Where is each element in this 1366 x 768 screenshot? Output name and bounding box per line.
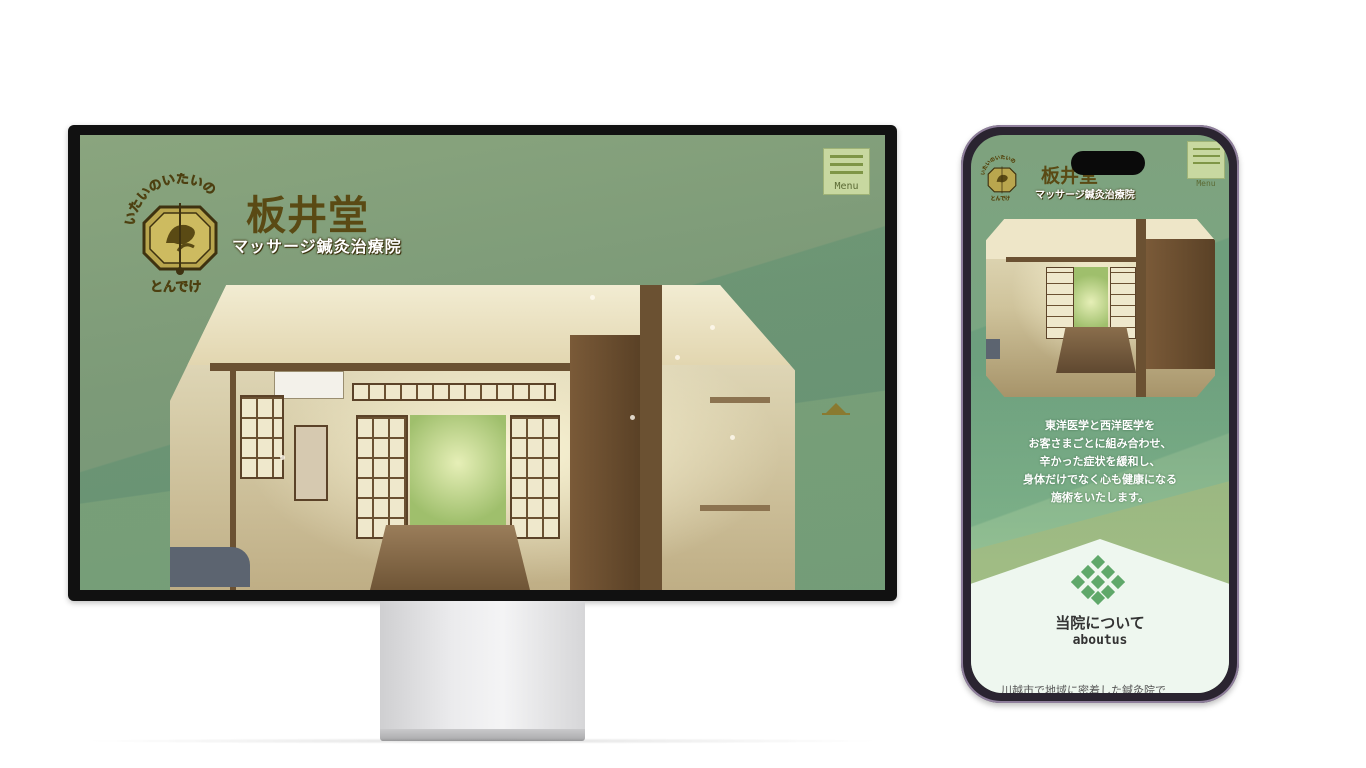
lead-line: 身体だけでなく心も健康になる — [1023, 473, 1177, 486]
hamburger-menu-icon — [830, 163, 863, 166]
lead-line: 辛かった症状を緩和し、 — [1039, 455, 1161, 468]
hero-illustration — [170, 285, 795, 590]
desktop-screen: いたいのいたいの とんでけ 板井堂 マッサージ鍼灸治療院 Menu — [80, 135, 885, 590]
hamburger-menu-icon — [1193, 162, 1220, 164]
monitor-stand — [380, 601, 585, 729]
lead-line: 東洋医学と西洋医学を — [1045, 419, 1155, 432]
lead-line: お客さまごとに組み合わせ、 — [1028, 437, 1172, 450]
mobile-screen: いたいのいたいの とんでけ 板井堂 マッサージ鍼灸治療院 Menu 東洋医学と西… — [971, 135, 1229, 693]
slide-arrow-icon[interactable] — [822, 402, 850, 416]
logo-badge-icon[interactable]: いたいのいたいの とんでけ — [979, 155, 1025, 201]
menu-button[interactable]: Menu — [823, 148, 870, 195]
hamburger-menu-icon — [1193, 155, 1220, 157]
desktop-monitor: いたいのいたいの とんでけ 板井堂 マッサージ鍼灸治療院 Menu — [68, 125, 897, 601]
about-title: 当院について — [1055, 614, 1145, 632]
site-subtitle: マッサージ鍼灸治療院 — [232, 237, 402, 256]
hamburger-menu-icon — [830, 155, 863, 158]
mobile-hero-illustration — [986, 219, 1215, 397]
about-body-text: 川越市で地域に密着した鍼灸院で — [1001, 684, 1166, 693]
mobile-menu-button[interactable]: Menu — [1187, 141, 1225, 188]
lead-line: 施術をいたします。 — [1051, 491, 1149, 504]
hamburger-menu-icon — [1193, 148, 1220, 150]
about-subtitle: aboutus — [1072, 633, 1128, 648]
diamond-cluster-icon — [1071, 555, 1125, 605]
hamburger-menu-icon — [830, 171, 863, 174]
dynamic-island — [1071, 151, 1145, 175]
mobile-phone: いたいのいたいの とんでけ 板井堂 マッサージ鍼灸治療院 Menu 東洋医学と西… — [961, 125, 1239, 703]
mobile-menu-label: Menu — [1196, 179, 1216, 188]
menu-label: Menu — [834, 181, 859, 192]
svg-text:とんでけ: とんでけ — [991, 195, 1011, 201]
desk-shadow — [80, 738, 885, 744]
mobile-lead-text: 東洋医学と西洋医学を お客さまごとに組み合わせ、 辛かった症状を緩和し、 身体だ… — [971, 417, 1229, 507]
svg-text:とんでけ: とんでけ — [150, 280, 201, 293]
mobile-site-subtitle: マッサージ鍼灸治療院 — [1035, 190, 1135, 201]
logo-badge-icon[interactable]: いたいのいたいの とんでけ — [120, 173, 240, 293]
